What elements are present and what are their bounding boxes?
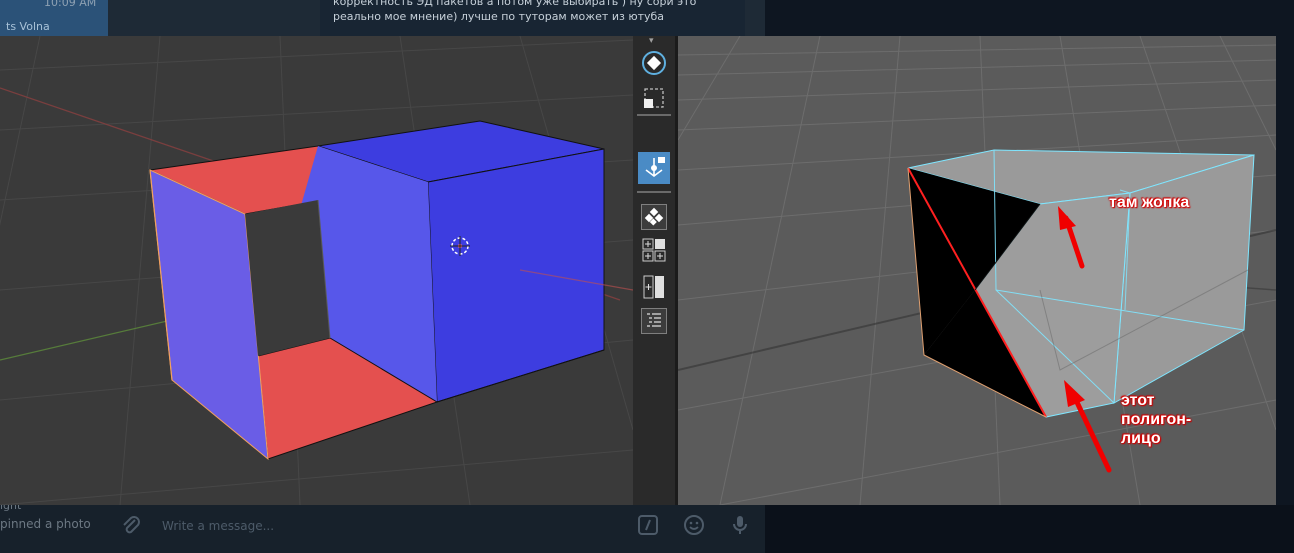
rotate-tool-icon[interactable] [641,50,667,76]
message-line-1: корректность ЭД пакетов а потом уже выби… [333,0,697,8]
annotation-bottom-line3: лицо [1121,430,1161,447]
annotation-bottom-line2: полигон- [1121,411,1192,428]
transform-gizmo-icon[interactable] [638,152,670,184]
message-input[interactable]: Write a message... [162,519,274,533]
microphone-icon[interactable] [729,514,751,536]
composer-right-shade [765,505,1294,553]
split-view-icon[interactable] [641,274,667,300]
annotation-top-label: там жопка [1109,194,1190,211]
message-line-2: реально мое мнение) лучше по туторам мож… [333,10,665,23]
message-timestamp: 10:09 AM [44,0,97,9]
toolbar-divider [637,114,671,116]
grid-plus-icon[interactable] [641,237,667,263]
commands-icon[interactable] [637,514,659,536]
select-box-icon[interactable] [641,86,667,112]
pinned-notice[interactable]: pinned a photo [0,517,91,531]
tool-shelf: ▾ [633,36,678,505]
snap-icon[interactable] [641,204,667,230]
right-3d-viewport[interactable] [678,36,1276,505]
toolbar-divider [637,191,671,193]
annotation-bottom-line1: этот [1121,392,1155,409]
sender-name: ts Volna [6,20,50,33]
outliner-icon[interactable] [641,308,667,334]
attach-icon[interactable] [120,514,142,536]
emoji-icon[interactable] [683,514,705,536]
chevron-down-icon[interactable]: ▾ [649,36,654,46]
left-3d-viewport[interactable] [0,36,633,505]
